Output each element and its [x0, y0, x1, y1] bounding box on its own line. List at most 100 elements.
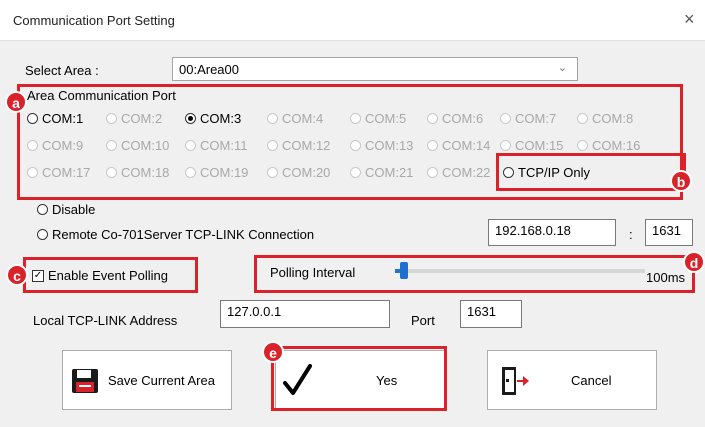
radio-circle — [185, 167, 196, 178]
com-port-radio[interactable]: COM:6 — [427, 111, 483, 126]
select-area-value: 00:Area00 — [179, 62, 239, 77]
radio-circle — [350, 167, 361, 178]
radio-circle — [106, 140, 117, 151]
com-port-label: COM:5 — [365, 111, 407, 126]
com-port-label: COM:16 — [592, 138, 641, 153]
chevron-down-icon: ⌄ — [557, 62, 567, 74]
com-port-radio[interactable]: COM:7 — [500, 111, 556, 126]
com-port-radio[interactable]: COM:1 — [27, 111, 83, 126]
radio-circle — [503, 167, 514, 178]
radio-circle — [267, 113, 278, 124]
select-area-dropdown[interactable]: 00:Area00 ⌄ — [172, 57, 578, 81]
cancel-button[interactable]: Cancel — [487, 350, 657, 410]
radio-circle — [27, 113, 38, 124]
com-port-label: COM:15 — [515, 138, 564, 153]
callout-box-e — [271, 346, 447, 411]
com-port-label: COM:13 — [365, 138, 414, 153]
com-port-label: COM:17 — [42, 165, 91, 180]
com-port-radio[interactable]: COM:16 — [577, 138, 640, 153]
callout-badge-b: b — [670, 170, 692, 192]
com-port-radio[interactable]: COM:5 — [350, 111, 406, 126]
polling-interval-track[interactable] — [395, 269, 645, 273]
local-address-field[interactable]: 127.0.0.1 — [220, 300, 390, 328]
com-port-label: COM:12 — [282, 138, 331, 153]
enable-event-polling-label: Enable Event Polling — [48, 268, 168, 283]
com-port-label: COM:9 — [42, 138, 84, 153]
polling-interval-thumb[interactable] — [400, 262, 408, 279]
checkmark-icon: ✓ — [32, 269, 44, 282]
com-port-radio[interactable]: COM:19 — [185, 165, 248, 180]
com-port-radio[interactable]: COM:13 — [350, 138, 413, 153]
radio-circle — [185, 140, 196, 151]
com-port-radio[interactable]: COM:9 — [27, 138, 83, 153]
com-port-label: COM:22 — [442, 165, 491, 180]
com-port-radio[interactable]: COM:14 — [427, 138, 490, 153]
radio-circle — [500, 140, 511, 151]
disable-radio[interactable]: Disable — [37, 202, 95, 217]
tcpip-only-radio[interactable]: TCP/IP Only — [503, 165, 590, 180]
enable-event-polling-checkbox[interactable]: ✓ Enable Event Polling — [32, 268, 168, 283]
com-port-radio[interactable]: COM:18 — [106, 165, 169, 180]
local-port-field[interactable]: 1631 — [460, 300, 522, 328]
radio-circle — [267, 140, 278, 151]
com-port-label: COM:6 — [442, 111, 484, 126]
radio-circle — [577, 140, 588, 151]
com-port-radio[interactable]: COM:4 — [267, 111, 323, 126]
save-current-area-button[interactable]: Save Current Area — [62, 350, 232, 410]
com-port-radio[interactable]: COM:17 — [27, 165, 90, 180]
com-port-label: COM:14 — [442, 138, 491, 153]
radio-circle — [427, 167, 438, 178]
com-port-label: COM:20 — [282, 165, 331, 180]
com-port-radio[interactable]: COM:8 — [577, 111, 633, 126]
local-address-label: Local TCP-LINK Address — [33, 313, 178, 328]
radio-circle — [27, 140, 38, 151]
callout-badge-d: d — [683, 251, 705, 273]
com-port-radio[interactable]: COM:22 — [427, 165, 490, 180]
radio-circle — [185, 113, 196, 124]
radio-circle — [106, 113, 117, 124]
com-port-radio[interactable]: COM:20 — [267, 165, 330, 180]
remote-connection-radio[interactable]: Remote Co-701Server TCP-LINK Connection — [37, 227, 314, 242]
com-port-label: COM:1 — [42, 111, 84, 126]
radio-circle — [267, 167, 278, 178]
radio-circle — [350, 140, 361, 151]
com-port-radio[interactable]: COM:12 — [267, 138, 330, 153]
com-port-label: COM:7 — [515, 111, 557, 126]
port-group-title: Area Communication Port — [27, 88, 176, 103]
radio-circle — [427, 113, 438, 124]
local-port-label: Port — [411, 313, 435, 328]
com-port-radio[interactable]: COM:2 — [106, 111, 162, 126]
radio-circle — [427, 140, 438, 151]
com-port-label: COM:4 — [282, 111, 324, 126]
com-port-radio[interactable]: COM:3 — [185, 111, 241, 126]
remote-connection-label: Remote Co-701Server TCP-LINK Connection — [52, 227, 315, 242]
window-title: Communication Port Setting — [13, 13, 175, 28]
com-port-radio[interactable]: COM:10 — [106, 138, 169, 153]
radio-circle — [500, 113, 511, 124]
com-port-label: COM:10 — [121, 138, 170, 153]
com-port-radio[interactable]: COM:11 — [185, 138, 247, 153]
radio-circle — [37, 204, 48, 215]
com-port-label: COM:19 — [200, 165, 249, 180]
remote-ip-field[interactable]: 192.168.0.18 — [488, 219, 616, 246]
radio-circle — [27, 167, 38, 178]
com-port-label: COM:18 — [121, 165, 170, 180]
callout-badge-c: c — [6, 264, 28, 286]
disable-label: Disable — [52, 202, 96, 217]
com-port-label: COM:11 — [200, 138, 248, 153]
tcpip-only-label: TCP/IP Only — [518, 165, 591, 180]
radio-circle — [37, 229, 48, 240]
remote-port-field[interactable]: 1631 — [645, 219, 693, 246]
com-port-radio[interactable]: COM:21 — [350, 165, 413, 180]
ip-port-separator: : — [629, 227, 633, 242]
radio-circle — [577, 113, 588, 124]
save-button-label: Save Current Area — [108, 373, 215, 388]
com-port-radio[interactable]: COM:15 — [500, 138, 563, 153]
polling-interval-label: Polling Interval — [270, 265, 356, 280]
save-disk-icon — [72, 369, 98, 393]
com-port-label: COM:2 — [121, 111, 163, 126]
select-area-label: Select Area : — [25, 63, 99, 78]
callout-badge-a: a — [5, 91, 27, 113]
close-icon[interactable]: × — [684, 9, 695, 29]
polling-interval-value: 100ms — [646, 270, 686, 285]
